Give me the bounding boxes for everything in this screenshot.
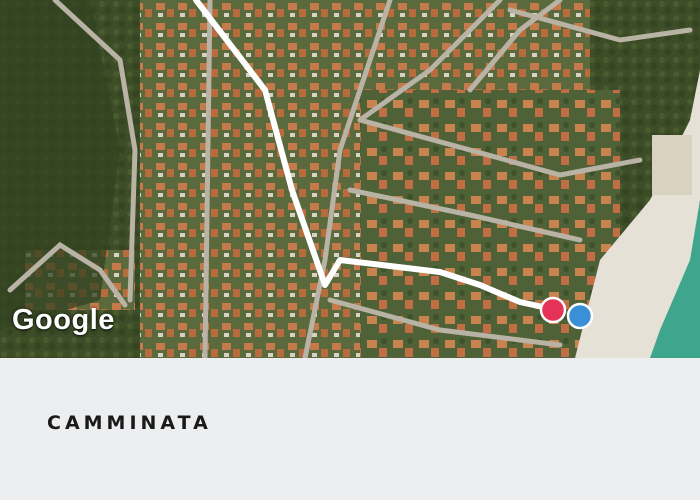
end-marker[interactable] xyxy=(566,302,594,330)
activity-type-label: CAMMINATA xyxy=(47,412,212,434)
start-marker[interactable] xyxy=(539,296,567,324)
map-view[interactable]: Google xyxy=(0,0,700,358)
google-attribution-logo: Google xyxy=(12,304,115,336)
